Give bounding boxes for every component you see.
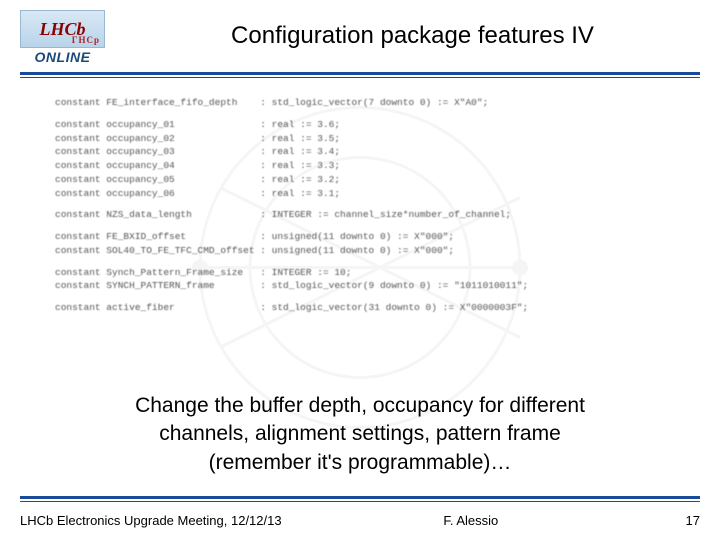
slide-header: LHCb ГНСр ONLINE Configuration package f… (0, 0, 720, 68)
code-line: constant FE_interface_fifo_depth : std_l… (55, 96, 690, 110)
code-line: constant SOL40_TO_FE_TFC_CMD_offset : un… (55, 244, 690, 258)
slide-caption: Change the buffer depth, occupancy for d… (0, 392, 720, 477)
slide-footer: LHCb Electronics Upgrade Meeting, 12/12/… (20, 513, 700, 528)
code-line: constant occupancy_04 : real := 3.3; (55, 159, 690, 173)
vhdl-code-block: constant FE_interface_fifo_depth : std_l… (0, 78, 720, 315)
logo-subtitle: ONLINE (35, 49, 91, 65)
page-number: 17 (660, 513, 700, 528)
logo-overlay: ГНСр (72, 35, 100, 45)
slide-title: Configuration package features IV (125, 10, 700, 50)
caption-line: (remember it's programmable)… (209, 451, 512, 474)
code-line: constant occupancy_03 : real := 3.4; (55, 145, 690, 159)
code-line: constant NZS_data_length : INTEGER := ch… (55, 208, 690, 222)
code-line: constant occupancy_02 : real := 3.5; (55, 132, 690, 146)
code-line: constant FE_BXID_offset : unsigned(11 do… (55, 230, 690, 244)
caption-line: channels, alignment settings, pattern fr… (159, 422, 561, 445)
code-line: constant occupancy_06 : real := 3.1; (55, 187, 690, 201)
code-line: constant occupancy_01 : real := 3.6; (55, 118, 690, 132)
footer-meeting: LHCb Electronics Upgrade Meeting, 12/12/… (20, 513, 282, 528)
footer-author: F. Alessio (443, 513, 498, 528)
code-line: constant Synch_Pattern_Frame_size : INTE… (55, 266, 690, 280)
lhcb-online-logo: LHCb ГНСр ONLINE (20, 10, 105, 68)
code-line: constant SYNCH_PATTERN_frame : std_logic… (55, 279, 690, 293)
code-line: constant occupancy_05 : real := 3.2; (55, 173, 690, 187)
caption-line: Change the buffer depth, occupancy for d… (135, 394, 585, 417)
code-line: constant active_fiber : std_logic_vector… (55, 301, 690, 315)
footer-rule (20, 496, 700, 502)
